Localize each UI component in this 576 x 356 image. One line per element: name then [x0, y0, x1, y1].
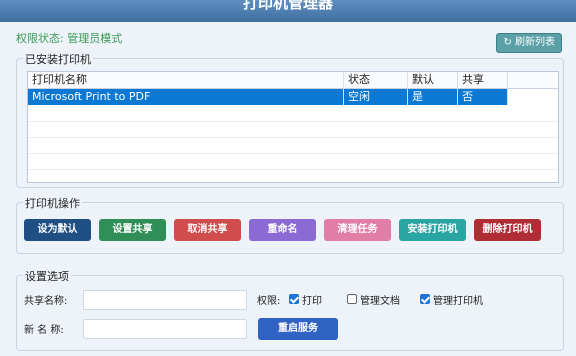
new-name-input[interactable] — [83, 319, 247, 339]
grid-line — [28, 137, 558, 138]
printer-name-cell[interactable]: Microsoft Print to PDF — [28, 89, 344, 105]
share-name-label: 共享名称: — [24, 296, 68, 307]
manage-printer-label[interactable]: 管理打印机 — [433, 292, 483, 307]
set-default-button[interactable]: 设为默认 — [24, 219, 91, 241]
manage-documents-label[interactable]: 管理文档 — [360, 292, 400, 307]
grid-line — [28, 169, 558, 170]
delete-printer-button[interactable]: 删除打印机 — [474, 219, 541, 241]
print-permission-checkbox[interactable] — [289, 294, 299, 304]
refresh-list-button[interactable]: ↻ 刷新列表 — [496, 33, 562, 53]
settings-title: 设置选项 — [23, 268, 71, 284]
manage-printer-checkbox[interactable] — [420, 294, 430, 304]
print-permission-label[interactable]: 打印 — [302, 292, 322, 307]
col-header-name[interactable]: 打印机名称 — [28, 72, 344, 88]
cancel-share-button[interactable]: 取消共享 — [174, 219, 241, 241]
new-name-label: 新 名 称: — [24, 325, 64, 336]
manage-documents-checkbox[interactable] — [347, 294, 357, 304]
rename-button[interactable]: 重命名 — [249, 219, 316, 241]
table-header: 打印机名称 状态 默认 共享 — [28, 72, 558, 89]
install-printer-button[interactable]: 安装打印机 — [399, 219, 466, 241]
col-header-shared[interactable]: 共享 — [458, 72, 508, 88]
printer-table[interactable]: 打印机名称 状态 默认 共享 Microsoft Print to PDF 空闲… — [27, 71, 559, 183]
permission-status: 权限状态: 管理员模式 — [16, 32, 123, 45]
grid-line — [28, 121, 558, 122]
grid-line — [28, 153, 558, 154]
share-name-input[interactable] — [83, 290, 247, 310]
table-row[interactable]: Microsoft Print to PDF 空闲 是 否 — [28, 89, 558, 105]
printer-status-cell[interactable]: 空闲 — [344, 89, 408, 105]
printer-operations-title: 打印机操作 — [23, 195, 82, 211]
printer-shared-cell[interactable]: 否 — [458, 89, 508, 105]
installed-printers-group: 已安装打印机 打印机名称 状态 默认 共享 Microsoft Print to… — [16, 51, 564, 188]
set-share-button[interactable]: 设置共享 — [99, 219, 166, 241]
installed-printers-title: 已安装打印机 — [23, 51, 93, 67]
col-header-default[interactable]: 默认 — [408, 72, 458, 88]
restart-service-button[interactable]: 重启服务 — [258, 318, 338, 340]
window-title: 打印机管理器 — [242, 0, 333, 12]
col-header-status[interactable]: 状态 — [344, 72, 408, 88]
clear-jobs-button[interactable]: 清理任务 — [324, 219, 391, 241]
permission-label: 权限: — [257, 296, 281, 307]
printer-default-cell[interactable]: 是 — [408, 89, 458, 105]
window-titlebar: 打印机管理器 — [0, 0, 576, 22]
